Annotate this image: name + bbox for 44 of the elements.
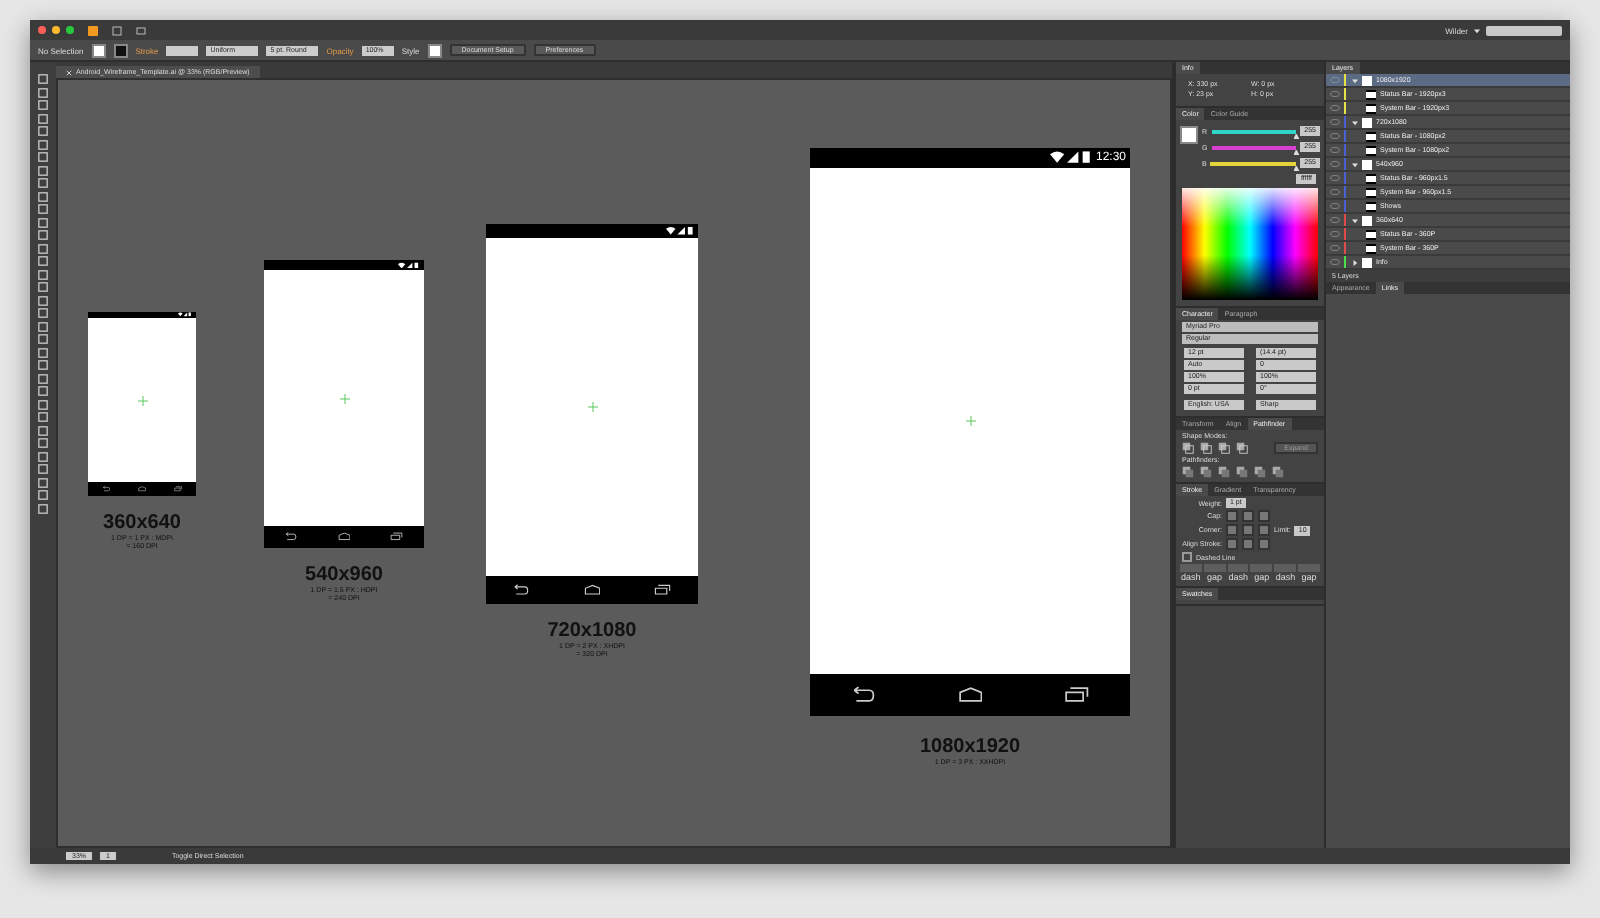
signal-icons: [1049, 150, 1092, 166]
expanded-arrow-icon[interactable]: [1351, 217, 1357, 223]
recent-apps-icon: [173, 486, 183, 492]
resolution-label: 360x640: [103, 512, 181, 534]
back-icon: [512, 584, 530, 596]
home-icon: [137, 486, 147, 492]
style-swatch[interactable]: [427, 43, 442, 57]
recent-apps-icon: [1063, 686, 1090, 704]
collapsed-arrow-icon[interactable]: [1351, 259, 1357, 265]
crosshair-icon: [339, 393, 349, 404]
crosshair-icon: [965, 415, 975, 426]
close-button[interactable]: [38, 26, 46, 34]
resolution-label: 720x1080: [547, 620, 637, 642]
expanded-arrow-icon[interactable]: [1351, 77, 1357, 83]
recent-apps-icon: [654, 584, 672, 596]
stroke-swatch[interactable]: [113, 43, 128, 57]
app-logo-icon: [88, 25, 98, 35]
checkbox[interactable]: [1182, 552, 1192, 562]
slider-thumb[interactable]: [1293, 165, 1300, 171]
crosshair-icon: [137, 395, 147, 406]
stroke-weight-field[interactable]: [166, 45, 199, 55]
back-icon: [850, 686, 877, 704]
recent-apps-icon: [390, 532, 404, 542]
slider-thumb[interactable]: [1293, 149, 1300, 155]
search-field[interactable]: [1486, 25, 1562, 35]
home-icon: [583, 584, 601, 596]
resolution-label: 540x960: [305, 564, 383, 586]
back-icon: [284, 532, 298, 542]
resolution-label: 1080x1920: [919, 736, 1021, 758]
home-icon: [957, 686, 983, 704]
close-icon[interactable]: [66, 69, 72, 75]
zoom-button[interactable]: [66, 26, 74, 34]
home-icon: [337, 532, 351, 542]
input-field[interactable]: [1180, 564, 1202, 572]
fill-swatch[interactable]: [91, 43, 106, 57]
expanded-arrow-icon[interactable]: [1351, 119, 1357, 125]
expanded-arrow-icon[interactable]: [1351, 161, 1357, 167]
slider-thumb[interactable]: [1293, 133, 1300, 139]
back-icon: [101, 486, 111, 492]
color-spectrum[interactable]: [1182, 188, 1318, 300]
minimize-button[interactable]: [52, 26, 60, 34]
caret-icon[interactable]: [1474, 27, 1480, 33]
fill-swatch[interactable]: [1180, 126, 1198, 144]
crosshair-icon: [587, 401, 597, 412]
